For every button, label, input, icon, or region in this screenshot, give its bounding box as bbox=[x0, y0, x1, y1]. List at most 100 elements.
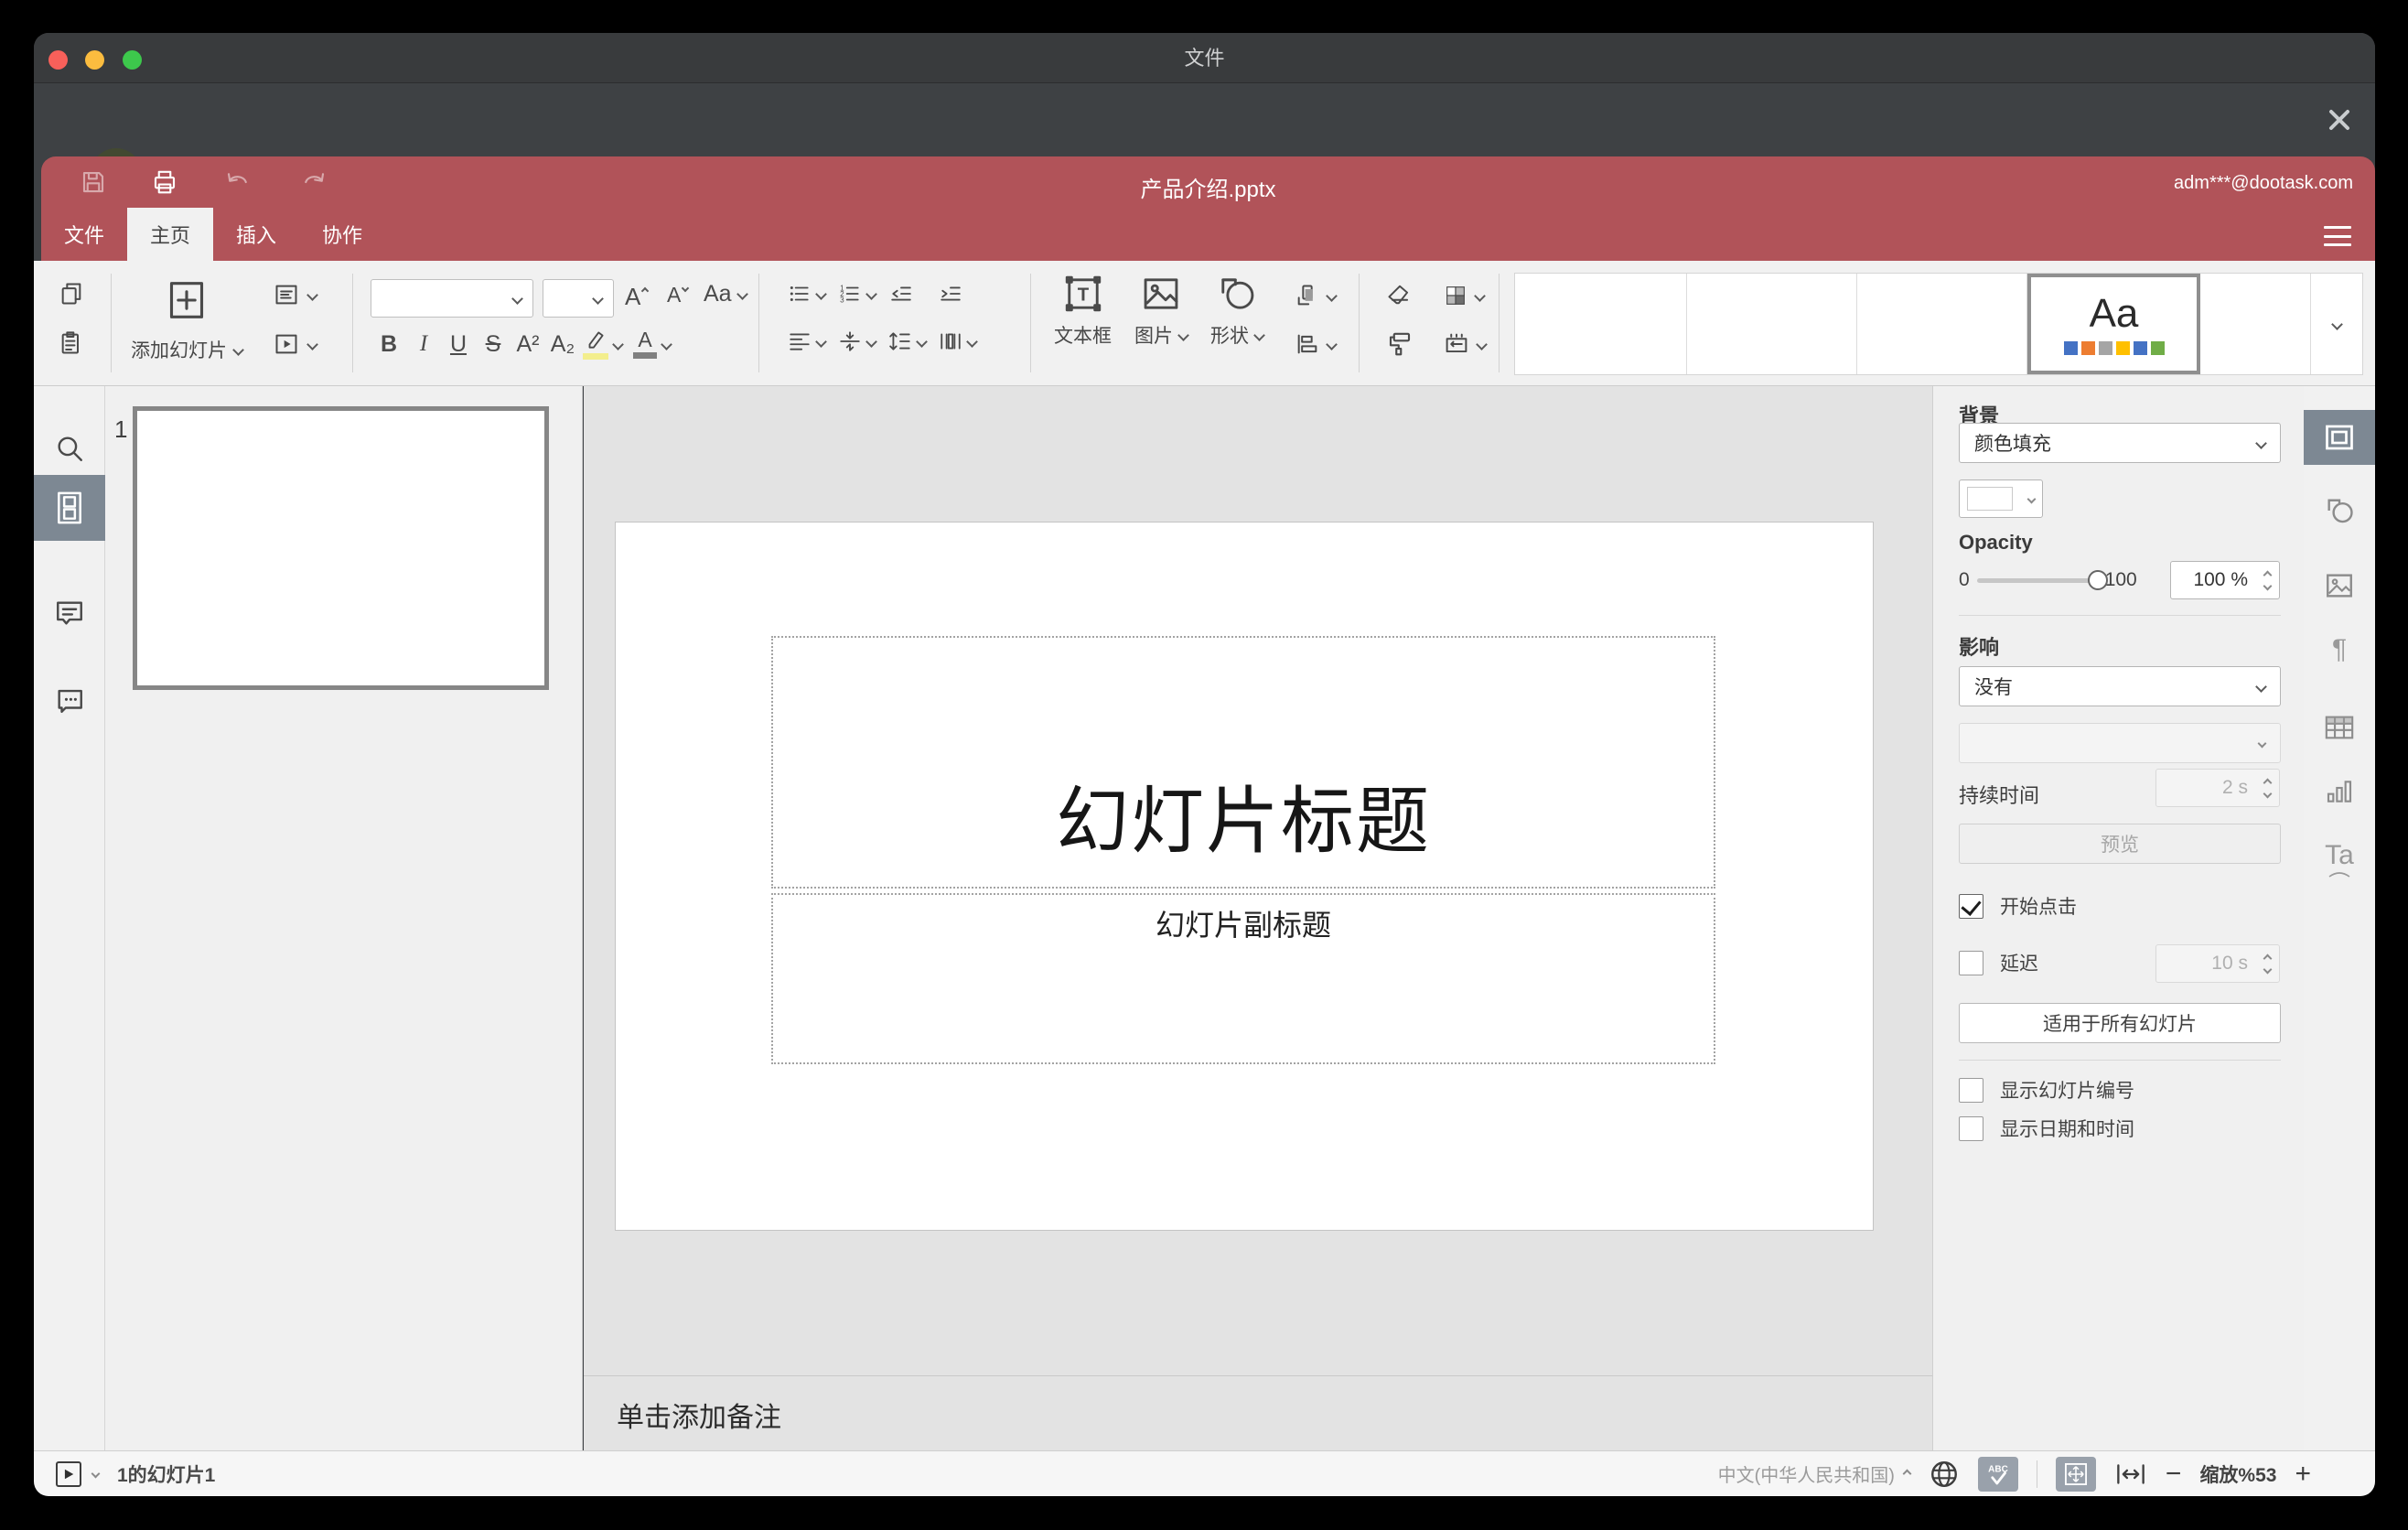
table-settings-button[interactable] bbox=[2304, 700, 2375, 755]
redo-icon[interactable] bbox=[300, 168, 328, 196]
undo-icon[interactable] bbox=[224, 168, 252, 196]
increase-font-button[interactable]: A bbox=[625, 283, 650, 311]
delay-label: 延迟 bbox=[2000, 954, 2038, 975]
svg-text:3: 3 bbox=[840, 296, 844, 305]
effect-select[interactable]: 没有 bbox=[1959, 666, 2281, 706]
title-placeholder[interactable]: 幻灯片标题 bbox=[771, 636, 1715, 889]
columns-button[interactable] bbox=[939, 330, 978, 352]
start-slideshow-button[interactable] bbox=[274, 332, 318, 356]
arrange-shape-button[interactable] bbox=[1295, 283, 1338, 308]
tab-file[interactable]: 文件 bbox=[41, 208, 127, 261]
apply-to-all-slides-button[interactable]: 适用于所有幻灯片 bbox=[1959, 1003, 2281, 1043]
align-shape-button[interactable] bbox=[1295, 332, 1338, 356]
theme-cell[interactable] bbox=[2200, 274, 2311, 374]
font-color-button[interactable]: A bbox=[633, 329, 672, 359]
textart-settings-button[interactable]: Ta bbox=[2304, 833, 2375, 888]
search-button[interactable] bbox=[34, 421, 105, 476]
start-on-click-checkbox[interactable] bbox=[1959, 893, 1983, 919]
theme-cell[interactable] bbox=[1515, 274, 1687, 374]
zoom-in-button[interactable]: + bbox=[2295, 1460, 2311, 1488]
font-name-select[interactable] bbox=[371, 279, 533, 318]
slide-editing-area[interactable]: 幻灯片标题 幻灯片副标题 bbox=[615, 522, 1874, 1231]
insert-image-button[interactable]: 图片 bbox=[1134, 274, 1189, 349]
tab-home[interactable]: 主页 bbox=[127, 208, 214, 261]
opacity-value-spinner[interactable]: 100 % bbox=[2170, 561, 2280, 599]
superscript-button[interactable]: A² bbox=[513, 331, 543, 358]
decrease-font-button[interactable]: A bbox=[667, 283, 690, 307]
line-spacing-button[interactable] bbox=[888, 330, 928, 352]
chat-icon bbox=[58, 689, 82, 713]
language-button[interactable]: 中文(中华人民共和国) bbox=[1718, 1460, 1912, 1487]
globe-icon[interactable] bbox=[1929, 1459, 1960, 1490]
decrease-indent-icon[interactable] bbox=[888, 283, 914, 305]
highlight-color-button[interactable] bbox=[583, 329, 624, 360]
delay-checkbox[interactable] bbox=[1959, 950, 1983, 975]
spellcheck-button[interactable]: ABC bbox=[1977, 1456, 2018, 1492]
slides-panel-button[interactable] bbox=[34, 475, 105, 541]
select-fill-button[interactable] bbox=[1443, 283, 1486, 308]
increase-indent-icon[interactable] bbox=[938, 283, 963, 305]
show-date-time-checkbox[interactable] bbox=[1959, 1115, 1983, 1141]
slide-size-button[interactable] bbox=[1443, 332, 1488, 356]
insert-textbox-button[interactable]: T 文本框 bbox=[1054, 274, 1112, 349]
chevron-down-icon bbox=[2255, 436, 2267, 449]
chat-button[interactable] bbox=[34, 673, 105, 727]
strikethrough-button[interactable]: S bbox=[478, 331, 508, 358]
bold-button[interactable]: B bbox=[374, 331, 403, 358]
slide-settings-button[interactable] bbox=[2304, 410, 2375, 465]
slide-title-text[interactable]: 幻灯片标题 bbox=[1056, 762, 1431, 868]
tab-insert[interactable]: 插入 bbox=[213, 208, 299, 261]
theme-cell[interactable] bbox=[1857, 274, 2027, 374]
print-icon[interactable] bbox=[151, 168, 178, 196]
slider-knob[interactable] bbox=[2087, 569, 2108, 590]
change-case-button[interactable]: Aa bbox=[704, 281, 748, 307]
menu-icon[interactable] bbox=[2324, 226, 2351, 246]
copy-style-icon[interactable] bbox=[1386, 330, 1414, 358]
fill-type-select[interactable]: 颜色填充 bbox=[1959, 423, 2281, 463]
notes-area[interactable]: 单击添加备注 bbox=[584, 1375, 1932, 1450]
chevron-down-icon[interactable] bbox=[91, 1469, 101, 1479]
align-shapes-icon bbox=[1297, 334, 1317, 354]
notes-placeholder-text[interactable]: 单击添加备注 bbox=[617, 1395, 781, 1435]
insert-shape-button[interactable]: 形状 bbox=[1210, 274, 1265, 349]
paste-icon[interactable] bbox=[59, 330, 84, 356]
slide-settings-panel: 背景 颜色填充 Opacity 0 100 100 % 影响 没有 持续时间 2… bbox=[1932, 386, 2304, 1450]
zoom-out-button[interactable]: − bbox=[2166, 1460, 2182, 1488]
tab-collaboration[interactable]: 协作 bbox=[299, 208, 385, 261]
fit-width-icon[interactable] bbox=[2114, 1460, 2147, 1488]
show-slide-number-checkbox[interactable] bbox=[1959, 1077, 1983, 1103]
chart-settings-button[interactable] bbox=[2304, 764, 2375, 819]
copy-icon[interactable] bbox=[59, 281, 84, 307]
slide-subtitle-text[interactable]: 幻灯片副标题 bbox=[1156, 902, 1331, 944]
opacity-slider[interactable] bbox=[1976, 569, 2108, 590]
start-preview-button[interactable] bbox=[56, 1460, 81, 1487]
show-slide-number-row: 显示幻灯片编号 bbox=[1959, 1076, 2134, 1104]
comments-button[interactable] bbox=[34, 586, 105, 641]
image-settings-button[interactable] bbox=[2304, 558, 2375, 613]
italic-button[interactable]: I bbox=[409, 331, 438, 357]
change-layout-button[interactable] bbox=[274, 283, 318, 307]
add-slide-button[interactable]: 添加幻灯片 bbox=[118, 274, 255, 374]
theme-cell[interactable] bbox=[1687, 274, 1857, 374]
vertical-align-button[interactable] bbox=[838, 330, 877, 352]
subtitle-placeholder[interactable]: 幻灯片副标题 bbox=[771, 893, 1715, 1064]
theme-cell-selected[interactable]: Aa bbox=[2027, 274, 2200, 374]
slide-thumbnail[interactable] bbox=[133, 406, 549, 690]
numbering-button[interactable]: 123 bbox=[838, 283, 877, 305]
toolbar-divider bbox=[1359, 274, 1360, 372]
toolbar-divider bbox=[1499, 274, 1500, 372]
font-size-select[interactable] bbox=[543, 279, 614, 318]
clear-style-icon[interactable] bbox=[1386, 283, 1414, 307]
bullets-button[interactable] bbox=[788, 283, 827, 305]
close-icon[interactable] bbox=[2326, 106, 2353, 134]
fit-slide-button[interactable] bbox=[2055, 1456, 2096, 1492]
fill-color-picker[interactable] bbox=[1959, 479, 2043, 518]
underline-button[interactable]: U bbox=[444, 331, 473, 358]
horizontal-align-button[interactable] bbox=[788, 330, 827, 352]
theme-gallery-expand-button[interactable] bbox=[2311, 274, 2362, 374]
shape-settings-button[interactable] bbox=[2304, 483, 2375, 538]
subscript-button[interactable]: A₂ bbox=[548, 331, 577, 358]
save-icon[interactable] bbox=[80, 168, 107, 196]
slide-settings-icon bbox=[2326, 425, 2353, 450]
paragraph-settings-button[interactable]: ¶ bbox=[2304, 622, 2375, 677]
